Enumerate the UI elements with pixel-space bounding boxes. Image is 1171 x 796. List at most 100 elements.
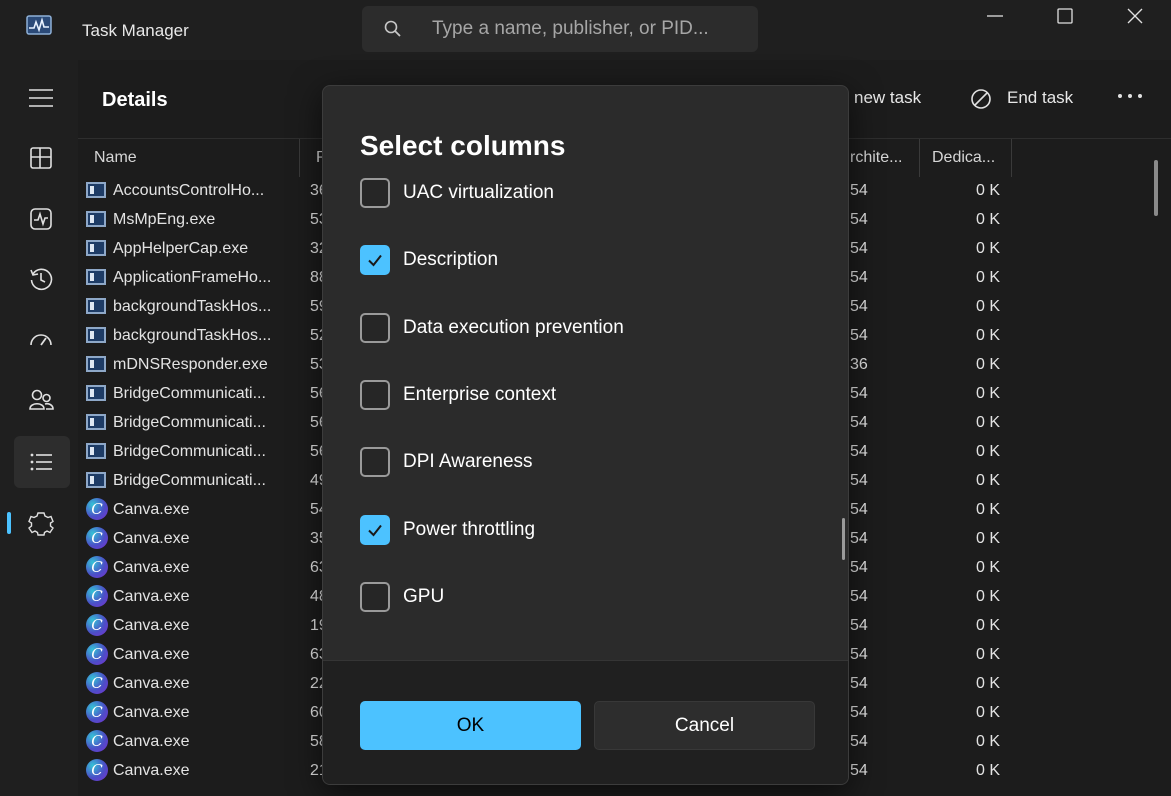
- more-options-button[interactable]: [1115, 84, 1145, 108]
- search-input[interactable]: [432, 6, 742, 52]
- process-architecture: 54: [850, 385, 868, 402]
- process-icon: [86, 269, 106, 285]
- maximize-button[interactable]: [1030, 0, 1100, 32]
- end-task-icon: [971, 89, 991, 109]
- process-name: backgroundTaskHos...: [113, 327, 272, 344]
- process-architecture: 54: [850, 240, 868, 257]
- search-icon: [384, 20, 401, 37]
- checkmark-icon: [368, 255, 382, 267]
- column-checkbox[interactable]: [360, 379, 390, 410]
- nav-details[interactable]: [14, 436, 70, 488]
- column-checkbox[interactable]: [360, 245, 390, 276]
- process-icon: [86, 443, 106, 459]
- process-architecture: 54: [850, 733, 868, 750]
- nav-users[interactable]: [14, 374, 70, 426]
- cancel-button[interactable]: Cancel: [594, 701, 815, 750]
- process-dedicated-memory: 0 K: [975, 588, 1000, 605]
- dialog-scrollbar[interactable]: [842, 518, 845, 560]
- users-icon: [29, 389, 54, 410]
- canva-icon: C: [86, 672, 108, 694]
- process-architecture: 54: [850, 530, 868, 547]
- canva-icon: C: [86, 498, 108, 520]
- process-dedicated-memory: 0 K: [975, 559, 1000, 576]
- window-title: Task Manager: [82, 21, 189, 40]
- process-dedicated-memory: 0 K: [975, 733, 1000, 750]
- process-architecture: 54: [850, 617, 868, 634]
- process-architecture: 54: [850, 675, 868, 692]
- select-columns-dialog: Select columns UAC virtualization Descrip…: [322, 85, 849, 785]
- hamburger-menu-icon: [29, 89, 53, 107]
- checkmark-icon: [368, 524, 382, 537]
- process-icon: [86, 240, 106, 256]
- process-architecture: 54: [850, 501, 868, 518]
- table-scrollbar[interactable]: [1154, 160, 1158, 216]
- close-button[interactable]: [1100, 0, 1170, 32]
- dialog-title: Select columns: [360, 130, 566, 161]
- nav-services[interactable]: [14, 497, 70, 549]
- process-architecture: 54: [850, 762, 868, 779]
- run-new-task-button[interactable]: new task: [854, 88, 921, 108]
- canva-icon: C: [86, 527, 108, 549]
- process-architecture: 54: [850, 646, 868, 663]
- process-icon: [86, 211, 106, 227]
- column-option-label: Data execution prevention: [403, 316, 624, 338]
- canva-icon: C: [86, 643, 108, 665]
- process-architecture: 54: [850, 414, 868, 431]
- nav-app-history[interactable]: [14, 253, 70, 305]
- process-architecture: 54: [850, 588, 868, 605]
- column-checkbox[interactable]: [360, 581, 390, 612]
- column-header-architecture[interactable]: rchite...: [838, 139, 920, 177]
- nav-performance[interactable]: [14, 193, 70, 245]
- process-name: Canva.exe: [113, 675, 190, 692]
- canva-icon: C: [86, 730, 108, 752]
- process-architecture: 54: [850, 269, 868, 286]
- search-box[interactable]: [362, 6, 758, 52]
- column-checkbox[interactable]: [360, 447, 390, 478]
- process-dedicated-memory: 0 K: [975, 675, 1000, 692]
- process-name: BridgeCommunicati...: [113, 472, 266, 489]
- process-dedicated-memory: 0 K: [975, 414, 1000, 431]
- nav-startup-apps[interactable]: [14, 314, 70, 366]
- process-architecture: 54: [850, 211, 868, 228]
- process-architecture: 54: [850, 443, 868, 460]
- column-header-dedicated[interactable]: Dedica...: [920, 139, 1012, 177]
- column-checkbox[interactable]: [360, 178, 390, 208]
- page-title: Details: [102, 89, 168, 111]
- process-name: ApplicationFrameHo...: [113, 269, 272, 286]
- process-icon: [86, 385, 106, 401]
- process-dedicated-memory: 0 K: [975, 269, 1000, 286]
- process-name: Canva.exe: [113, 501, 190, 518]
- column-option-label: GPU: [403, 585, 445, 607]
- process-name: AppHelperCap.exe: [113, 240, 249, 257]
- process-icon: [86, 356, 106, 372]
- minimize-button[interactable]: [960, 0, 1030, 32]
- nav-processes[interactable]: [14, 132, 70, 184]
- canva-icon: C: [86, 759, 108, 781]
- process-dedicated-memory: 0 K: [975, 356, 1000, 373]
- process-dedicated-memory: 0 K: [975, 704, 1000, 721]
- task-manager-app-icon: [26, 15, 52, 35]
- process-name: Canva.exe: [113, 733, 190, 750]
- column-checkbox[interactable]: [360, 514, 390, 545]
- process-name: mDNSResponder.exe: [113, 356, 268, 373]
- process-dedicated-memory: 0 K: [975, 385, 1000, 402]
- process-architecture: 54: [850, 298, 868, 315]
- startup-apps-icon: [30, 334, 52, 346]
- process-architecture: 54: [850, 704, 868, 721]
- process-dedicated-memory: 0 K: [975, 501, 1000, 518]
- nav-menu-button[interactable]: [14, 72, 70, 124]
- process-name: Canva.exe: [113, 588, 190, 605]
- process-architecture: 54: [850, 327, 868, 344]
- process-dedicated-memory: 0 K: [975, 211, 1000, 228]
- process-dedicated-memory: 0 K: [975, 327, 1000, 344]
- ok-button[interactable]: OK: [360, 701, 581, 750]
- canva-icon: C: [86, 556, 108, 578]
- process-name: AccountsControlHo...: [113, 182, 265, 199]
- process-dedicated-memory: 0 K: [975, 530, 1000, 547]
- close-icon: [1127, 8, 1143, 24]
- column-header-name[interactable]: Name: [78, 139, 300, 177]
- process-dedicated-memory: 0 K: [975, 762, 1000, 779]
- process-architecture: 54: [850, 559, 868, 576]
- process-dedicated-memory: 0 K: [975, 182, 1000, 199]
- column-checkbox[interactable]: [360, 312, 390, 343]
